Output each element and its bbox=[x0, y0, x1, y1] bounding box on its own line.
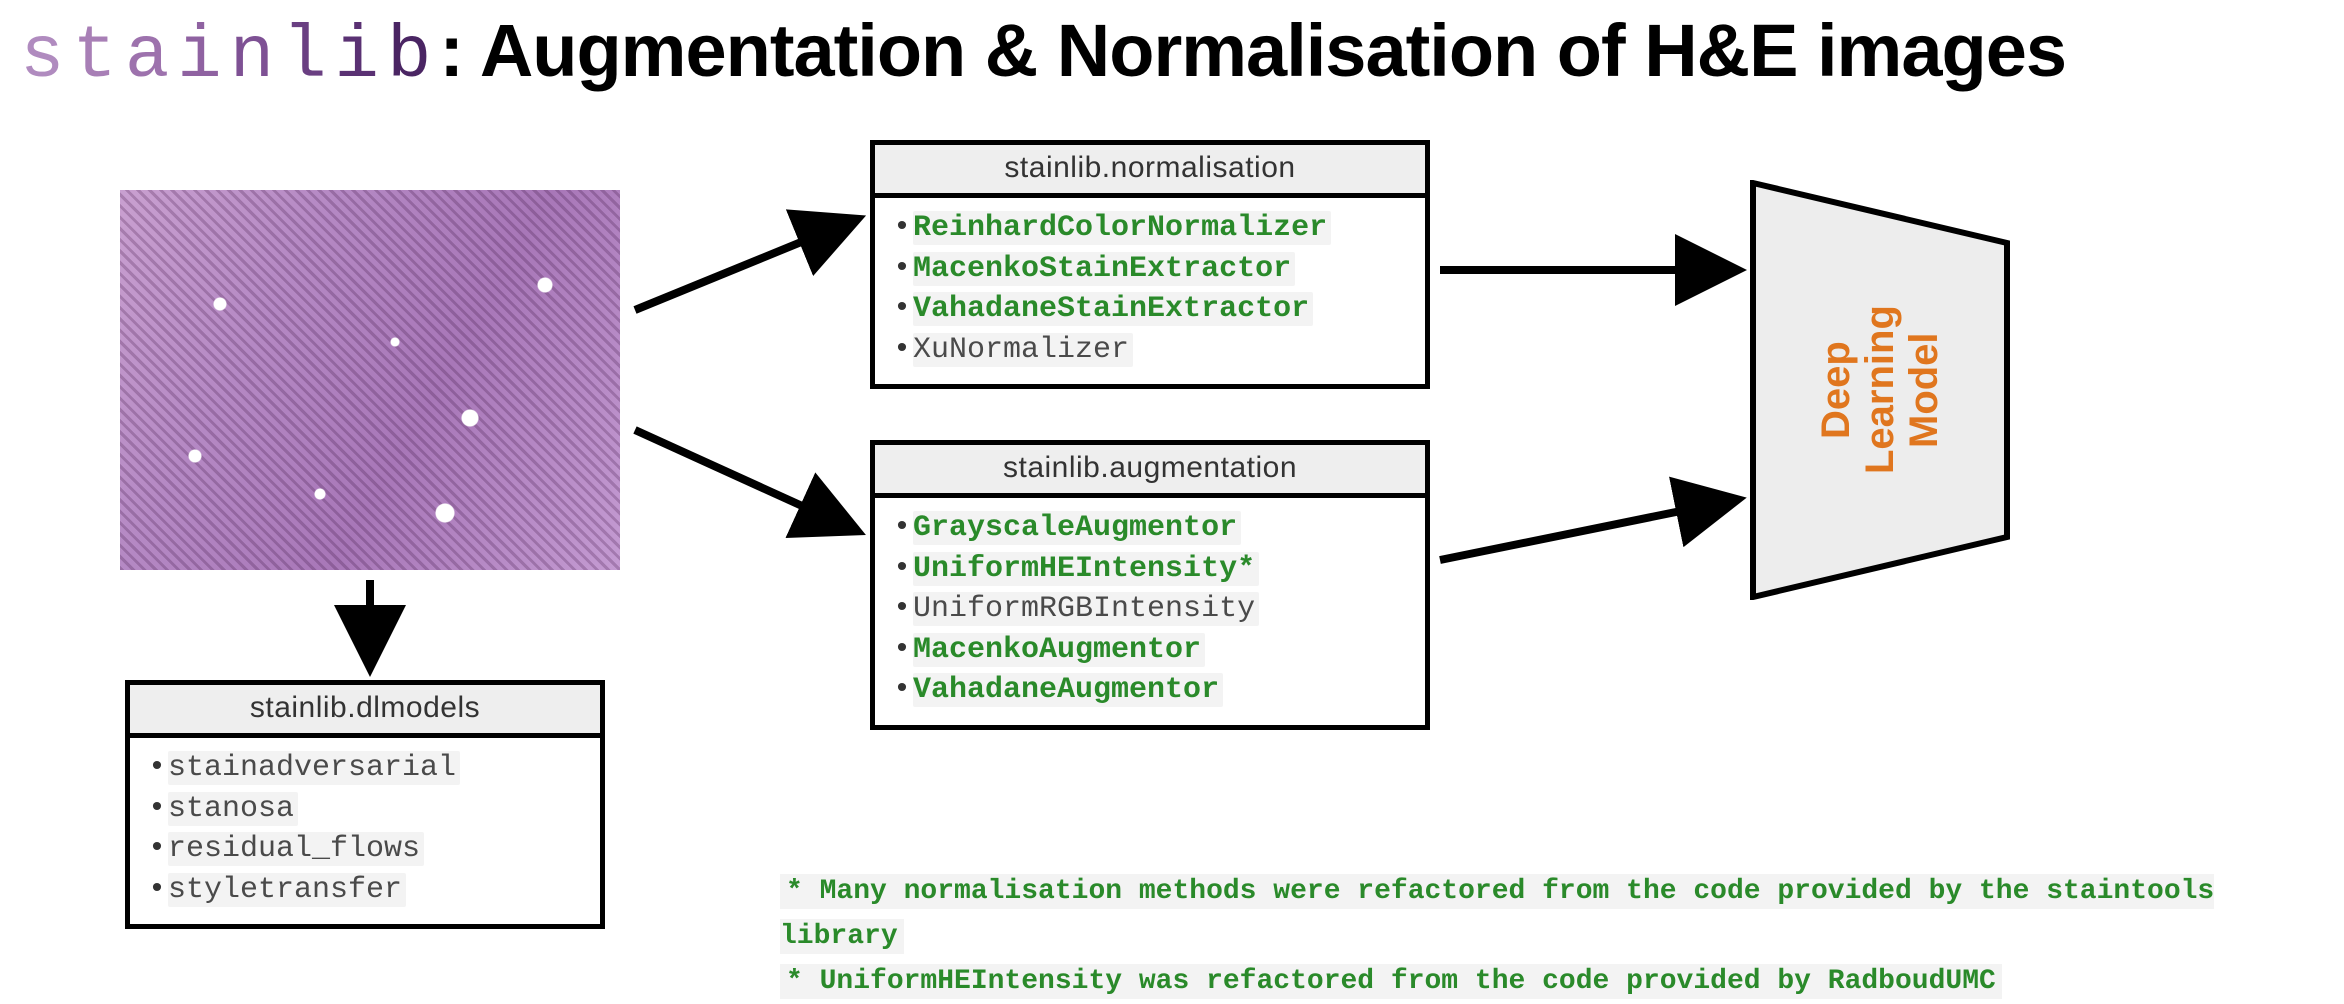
list-item: •stanosa bbox=[148, 789, 582, 830]
footnote-1: * Many normalisation methods were refact… bbox=[780, 874, 2214, 954]
augmentation-header: stainlib.augmentation bbox=[875, 445, 1425, 498]
list-item-label: stainadversarial bbox=[168, 751, 460, 785]
list-item: •UniformHEIntensity* bbox=[893, 549, 1407, 590]
list-item: •VahadaneStainExtractor bbox=[893, 289, 1407, 330]
list-item-label: stanosa bbox=[168, 792, 298, 826]
footnote-2: * UniformHEIntensity was refactored from… bbox=[780, 964, 2002, 999]
augmentation-body: •GrayscaleAugmentor•UniformHEIntensity*•… bbox=[875, 498, 1425, 725]
logo-text: stainlib bbox=[20, 15, 439, 99]
list-item-label: ReinhardColorNormalizer bbox=[913, 211, 1331, 245]
list-item: •residual_flows bbox=[148, 829, 582, 870]
arrow-tissue-to-normalisation bbox=[635, 220, 855, 310]
list-item-label: residual_flows bbox=[168, 832, 424, 866]
deep-learning-model: Deep Learning Model bbox=[1750, 180, 2010, 600]
dl-label: Deep Learning Model bbox=[1814, 285, 1946, 495]
arrow-tissue-to-augmentation bbox=[635, 430, 855, 530]
list-item-label: UniformHEIntensity* bbox=[913, 552, 1259, 586]
title-suffix: : Augmentation & Normalisation of H&E im… bbox=[439, 9, 2066, 92]
he-tissue-image bbox=[120, 190, 620, 570]
normalisation-body: •ReinhardColorNormalizer•MacenkoStainExt… bbox=[875, 198, 1425, 384]
list-item: •MacenkoStainExtractor bbox=[893, 249, 1407, 290]
list-item-label: MacenkoStainExtractor bbox=[913, 252, 1295, 286]
list-item: •UniformRGBIntensity bbox=[893, 589, 1407, 630]
list-item: •ReinhardColorNormalizer bbox=[893, 208, 1407, 249]
normalisation-box: stainlib.normalisation •ReinhardColorNor… bbox=[870, 140, 1430, 389]
list-item: •VahadaneAugmentor bbox=[893, 670, 1407, 711]
list-item: •stainadversarial bbox=[148, 748, 582, 789]
list-item-label: GrayscaleAugmentor bbox=[913, 511, 1241, 545]
arrow-augmentation-to-dl bbox=[1440, 500, 1735, 560]
list-item-label: XuNormalizer bbox=[913, 333, 1133, 367]
dlmodels-body: •stainadversarial•stanosa•residual_flows… bbox=[130, 738, 600, 924]
page-title: stainlib: Augmentation & Normalisation o… bbox=[20, 8, 2066, 99]
normalisation-header: stainlib.normalisation bbox=[875, 145, 1425, 198]
augmentation-box: stainlib.augmentation •GrayscaleAugmento… bbox=[870, 440, 1430, 730]
footnotes: * Many normalisation methods were refact… bbox=[780, 870, 2344, 1004]
list-item-label: styletransfer bbox=[168, 873, 406, 907]
list-item: •MacenkoAugmentor bbox=[893, 630, 1407, 671]
list-item: •GrayscaleAugmentor bbox=[893, 508, 1407, 549]
dlmodels-header: stainlib.dlmodels bbox=[130, 685, 600, 738]
list-item-label: VahadaneAugmentor bbox=[913, 673, 1223, 707]
dlmodels-box: stainlib.dlmodels •stainadversarial•stan… bbox=[125, 680, 605, 929]
list-item-label: MacenkoAugmentor bbox=[913, 633, 1205, 667]
list-item-label: VahadaneStainExtractor bbox=[913, 292, 1313, 326]
list-item-label: UniformRGBIntensity bbox=[913, 592, 1259, 626]
list-item: •XuNormalizer bbox=[893, 330, 1407, 371]
list-item: •styletransfer bbox=[148, 870, 582, 911]
